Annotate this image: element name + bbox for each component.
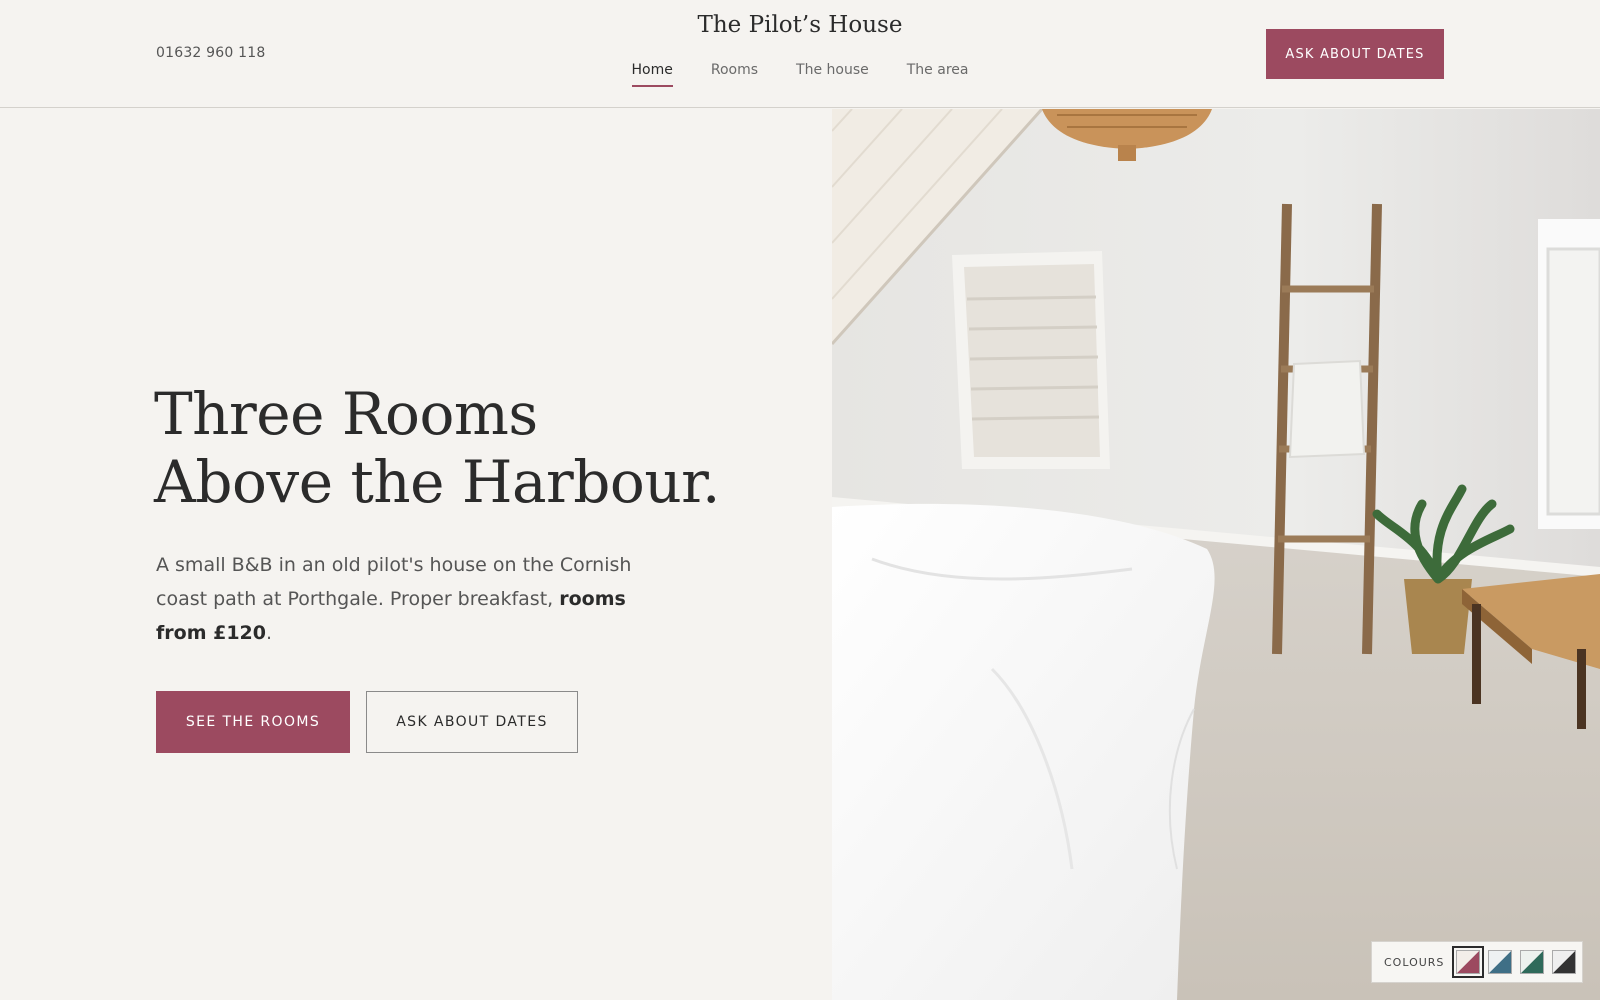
hero-title: Three Rooms Above the Harbour. — [154, 380, 774, 516]
swatch-charcoal[interactable] — [1552, 950, 1577, 974]
hero-title-line-2: Above the Harbour. — [154, 448, 720, 516]
swatch-green[interactable] — [1520, 950, 1545, 974]
hero-bedroom-image — [832, 109, 1600, 1000]
see-the-rooms-button[interactable]: SEE THE ROOMS — [156, 691, 350, 753]
ask-about-dates-button[interactable]: ASK ABOUT DATES — [366, 691, 578, 753]
header-ask-about-dates-button[interactable]: ASK ABOUT DATES — [1266, 29, 1444, 79]
hero-description: A small B&B in an old pilot's house on t… — [156, 548, 676, 650]
nav-item-home[interactable]: Home — [631, 62, 674, 87]
swatch-rose[interactable] — [1452, 946, 1485, 978]
nav-item-the-house[interactable]: The house — [796, 62, 869, 84]
nav-item-rooms[interactable]: Rooms — [711, 62, 758, 84]
colour-switcher: COLOURS — [1371, 941, 1583, 983]
site-header: 01632 960 118 The Pilot’s House Home Roo… — [0, 0, 1600, 108]
hero-description-end: . — [265, 622, 273, 644]
nav-item-the-area[interactable]: The area — [907, 62, 969, 84]
swatch-blue[interactable] — [1488, 950, 1513, 974]
phone-number[interactable]: 01632 960 118 — [156, 45, 265, 61]
hero-title-line-1: Three Rooms — [154, 380, 538, 448]
colour-switcher-label: COLOURS — [1384, 955, 1445, 969]
